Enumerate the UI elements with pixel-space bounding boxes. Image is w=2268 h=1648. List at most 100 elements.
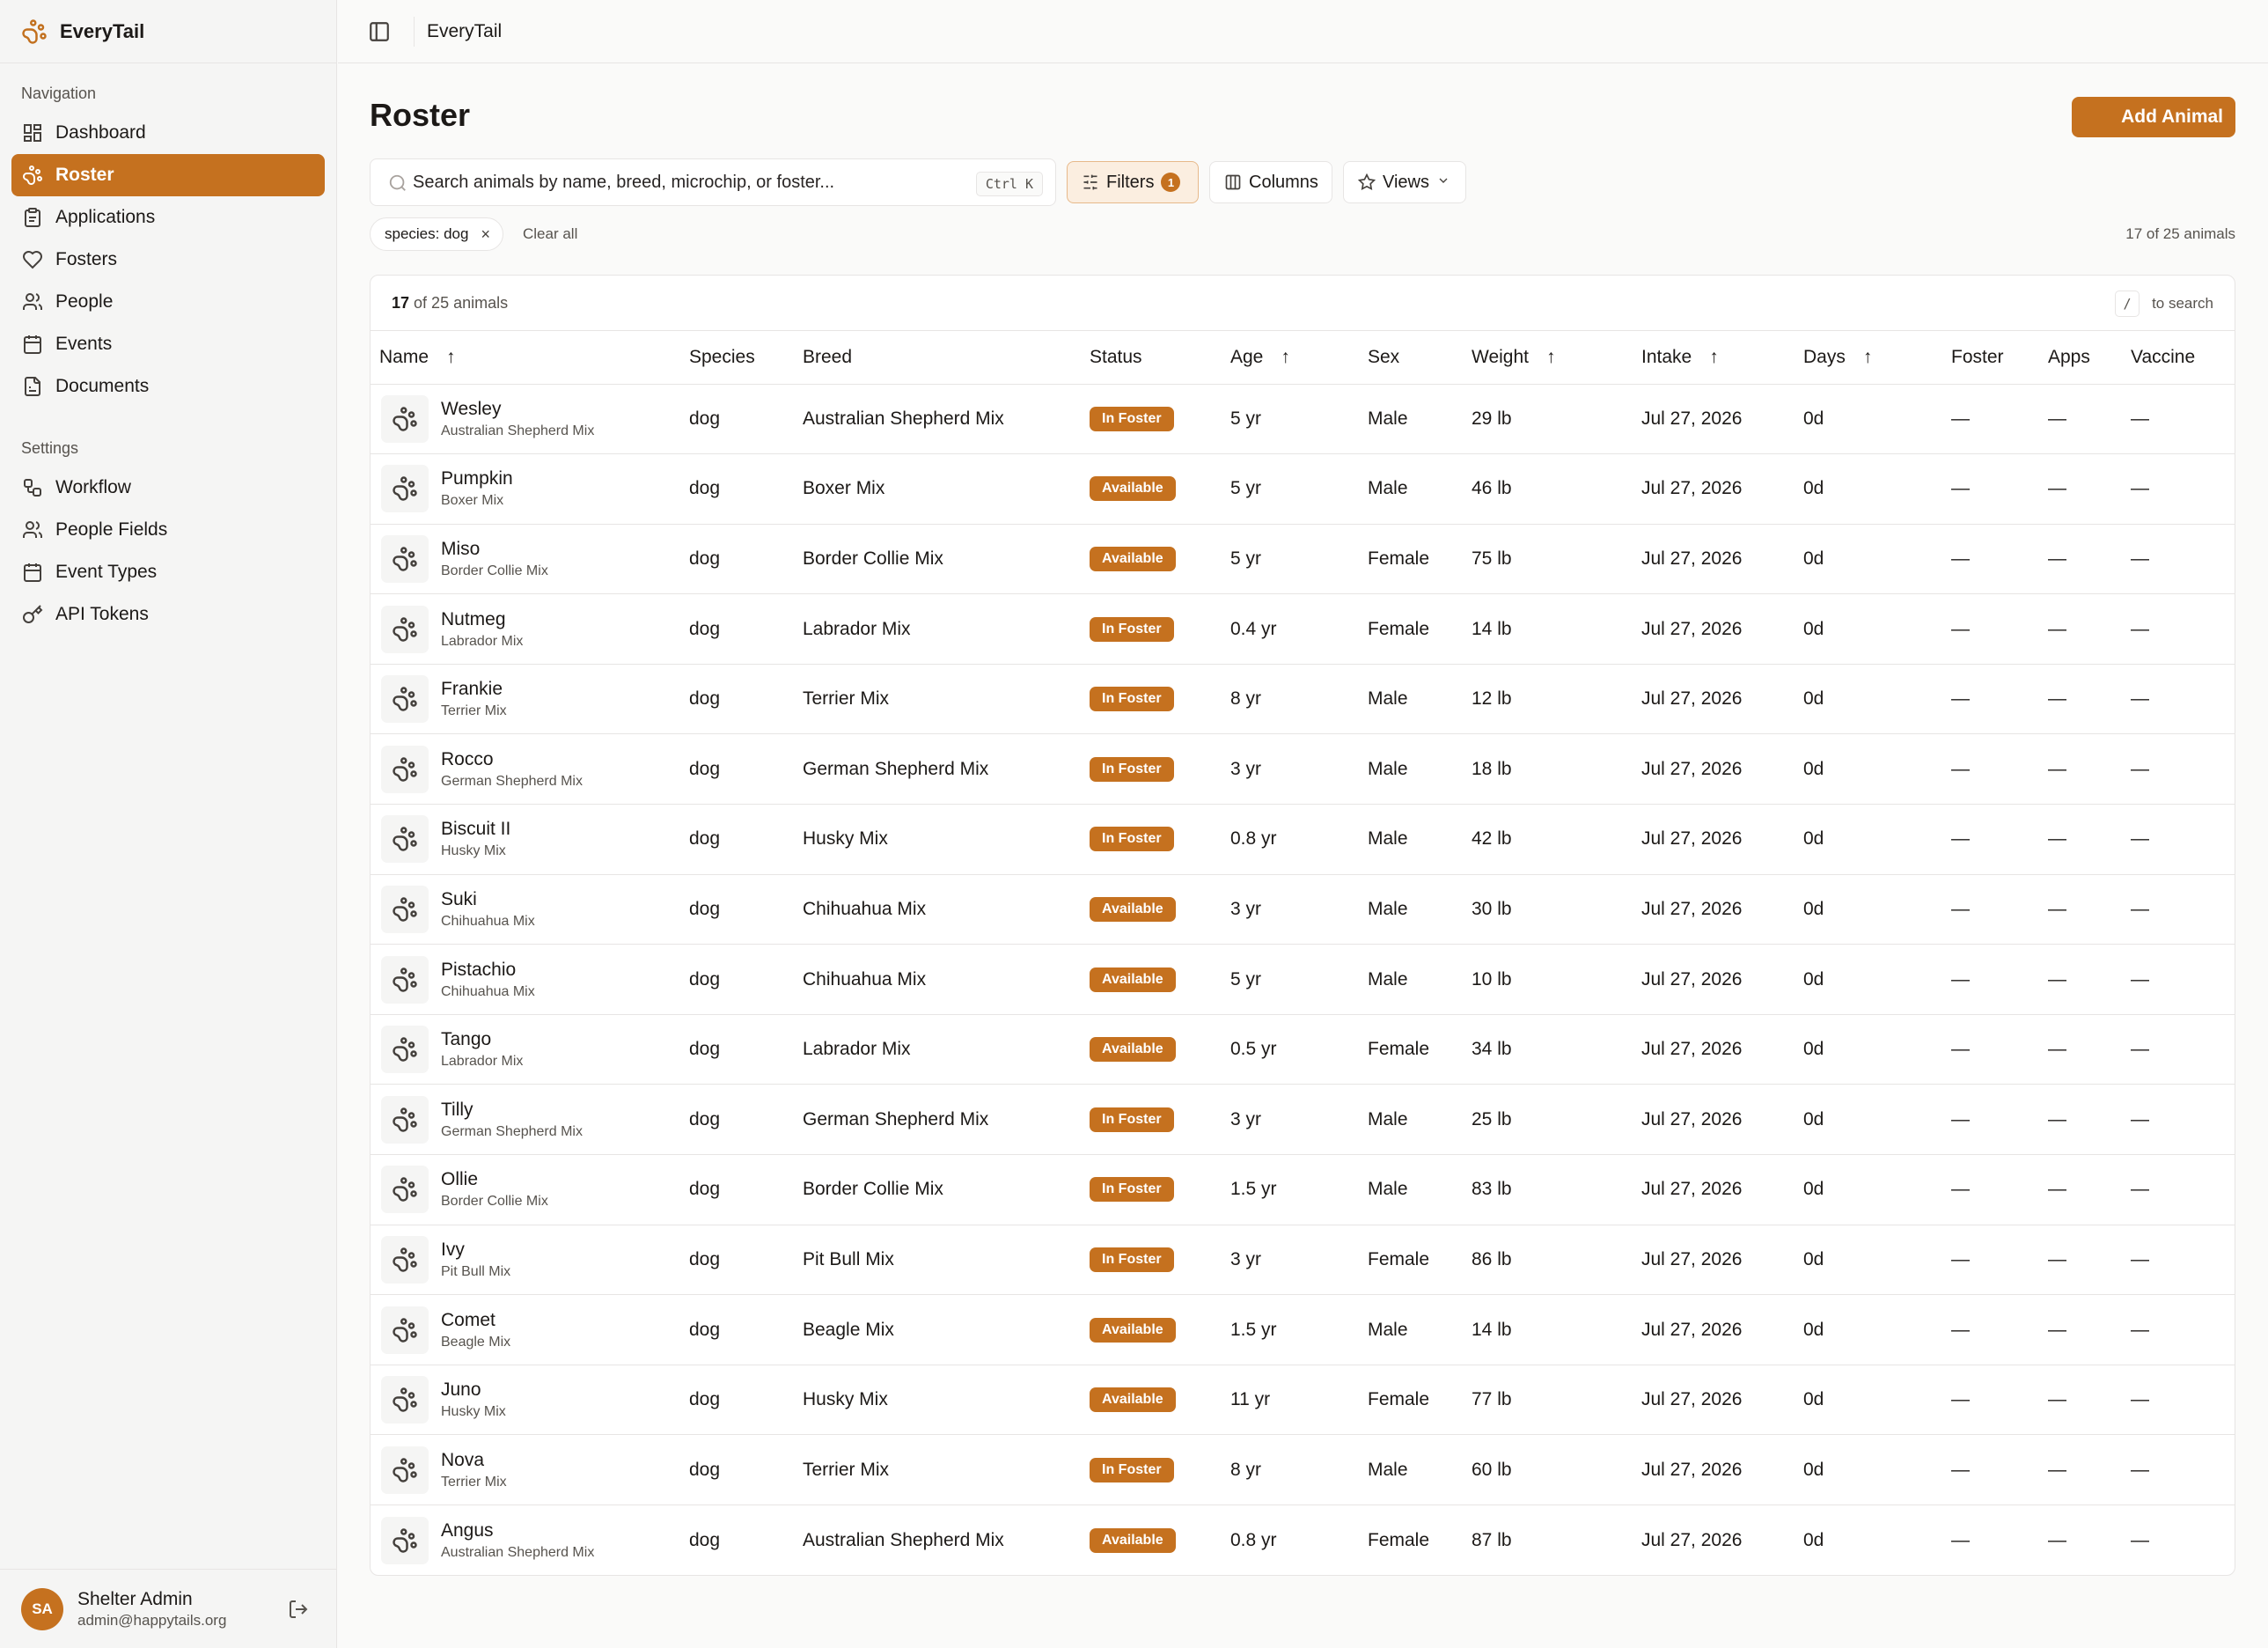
animal-breed-subtitle: Labrador Mix: [441, 1054, 524, 1070]
animal-identity: Wesley Australian Shepherd Mix: [379, 394, 680, 443]
sidebar-item-workflow[interactable]: Workflow: [11, 467, 325, 509]
sidebar-item-dashboard[interactable]: Dashboard: [11, 112, 325, 154]
animal-name[interactable]: Tango: [441, 1029, 523, 1050]
filter-chip-label: species: dog: [385, 225, 469, 242]
table-row[interactable]: Ollie Border Collie Mix dog Border Collie M…: [371, 1154, 2235, 1225]
animal-name[interactable]: Rocco: [441, 749, 583, 770]
animal-name[interactable]: Miso: [441, 539, 548, 560]
roster-table-card: 17 of 25 animals / to search Name ↑ Speci…: [370, 275, 2235, 1576]
status-badge: Available: [1090, 1037, 1176, 1063]
cell-foster: —: [1942, 384, 2039, 455]
table-row[interactable]: Wesley Australian Shepherd Mix dog Australi…: [371, 384, 2235, 455]
status-badge: In Foster: [1090, 1247, 1174, 1272]
sidebar-item-people-fields[interactable]: People Fields: [11, 509, 325, 551]
clear-all-link[interactable]: Clear all: [523, 225, 577, 243]
column-header-intake[interactable]: Intake ↑: [1633, 331, 1795, 385]
filters-button[interactable]: Filters 1: [1067, 161, 1199, 203]
column-header-label: Status: [1090, 346, 1142, 367]
animal-name[interactable]: Wesley: [441, 399, 594, 420]
cell-weight: 25 lb: [1463, 1084, 1633, 1156]
views-button[interactable]: Views: [1343, 161, 1466, 203]
table-row[interactable]: Pistachio Chihuahua Mix dog Chihuahua Mix Av…: [371, 944, 2235, 1015]
search-input[interactable]: [413, 172, 976, 193]
avatar[interactable]: SA: [21, 1587, 63, 1630]
animal-name[interactable]: Frankie: [441, 679, 507, 700]
column-header-name[interactable]: Name ↑: [371, 331, 680, 385]
column-header-days[interactable]: Days ↑: [1795, 331, 1942, 385]
animal-name[interactable]: Comet: [441, 1310, 510, 1331]
cell-intake: Jul 27, 2026: [1633, 1225, 1795, 1296]
table-row[interactable]: Rocco German Shepherd Mix dog German Shephe…: [371, 733, 2235, 806]
animal-name[interactable]: Ivy: [441, 1240, 510, 1261]
animal-name[interactable]: Ollie: [441, 1169, 548, 1190]
sidebar-item-api-tokens[interactable]: API Tokens: [11, 593, 325, 636]
animal-name[interactable]: Suki: [441, 889, 535, 910]
paw-icon: [381, 465, 429, 513]
columns-button[interactable]: Columns: [1209, 161, 1332, 203]
cell-age: 5 yr: [1222, 453, 1359, 525]
animal-identity: Biscuit II Husky Mix: [379, 815, 680, 864]
column-header-age[interactable]: Age ↑: [1222, 331, 1359, 385]
column-header-label: Intake: [1641, 346, 1692, 367]
sidebar-item-event-types[interactable]: Event Types: [11, 551, 325, 593]
column-header-sex[interactable]: Sex: [1359, 331, 1463, 385]
table-row[interactable]: Frankie Terrier Mix dog Terrier Mix In Foste…: [371, 664, 2235, 735]
sidebar-toggle-icon[interactable]: [368, 20, 391, 43]
animal-name[interactable]: Angus: [441, 1520, 594, 1541]
add-animal-button[interactable]: Add Animal: [2072, 97, 2235, 137]
cell-species: dog: [680, 1365, 794, 1436]
sidebar-item-fosters[interactable]: Fosters: [11, 239, 325, 281]
column-header-apps[interactable]: Apps: [2039, 331, 2122, 385]
table-row[interactable]: Nutmeg Labrador Mix dog Labrador Mix In Fost…: [371, 593, 2235, 665]
column-header-weight[interactable]: Weight ↑: [1463, 331, 1633, 385]
cell-species: dog: [680, 1434, 794, 1505]
cell-weight: 87 lb: [1472, 1529, 1512, 1550]
table-row[interactable]: Miso Border Collie Mix dog Border Collie Mi…: [371, 524, 2235, 595]
column-header-breed[interactable]: Breed: [794, 331, 1081, 385]
cell-vaccine: —: [2122, 1365, 2235, 1436]
sidebar-item-applications[interactable]: Applications: [11, 196, 325, 239]
column-header-foster[interactable]: Foster: [1942, 331, 2039, 385]
animal-name[interactable]: Nutmeg: [441, 609, 523, 630]
table-row[interactable]: Biscuit II Husky Mix dog Husky Mix In Foster…: [371, 804, 2235, 875]
table-row[interactable]: Tilly German Shepherd Mix dog German Shephe…: [371, 1084, 2235, 1156]
cell-apps: —: [2039, 944, 2122, 1015]
table-row[interactable]: Tango Labrador Mix dog Labrador Mix Availabl…: [371, 1014, 2235, 1085]
logout-icon[interactable]: [288, 1599, 309, 1620]
column-header-status[interactable]: Status: [1081, 331, 1222, 385]
cell-sex: Male: [1359, 664, 1463, 735]
animal-name[interactable]: Juno: [441, 1379, 506, 1401]
animal-name[interactable]: Pumpkin: [441, 468, 513, 489]
table-row[interactable]: Pumpkin Boxer Mix dog Boxer Mix Available 5 y…: [371, 453, 2235, 525]
column-header-species[interactable]: Species: [680, 331, 794, 385]
sidebar-item-events[interactable]: Events: [11, 323, 325, 365]
table-row[interactable]: Juno Husky Mix dog Husky Mix Available 11 yr F…: [371, 1365, 2235, 1436]
cell-weight: 77 lb: [1463, 1365, 1633, 1436]
sidebar-item-documents[interactable]: Documents: [11, 365, 325, 408]
cell-sex: Male: [1359, 733, 1463, 806]
column-header-vaccine[interactable]: Vaccine: [2122, 331, 2235, 385]
animal-name[interactable]: Tilly: [441, 1100, 583, 1121]
animal-name[interactable]: Nova: [441, 1450, 507, 1471]
table-row[interactable]: Comet Beagle Mix dog Beagle Mix Available 1.5…: [371, 1294, 2235, 1365]
animal-name[interactable]: Pistachio: [441, 960, 535, 981]
animal-text: Tango Labrador Mix: [441, 1029, 523, 1070]
close-icon[interactable]: ×: [481, 225, 490, 244]
brand[interactable]: EveryTail: [0, 0, 336, 63]
sidebar-item-people[interactable]: People: [11, 281, 325, 323]
animal-name[interactable]: Biscuit II: [441, 819, 510, 840]
animal-breed-subtitle: Husky Mix: [441, 1404, 506, 1420]
column-header-label: Breed: [803, 346, 853, 367]
table-row[interactable]: Nova Terrier Mix dog Terrier Mix In Foster 8 …: [371, 1434, 2235, 1505]
animal-text: Tilly German Shepherd Mix: [441, 1100, 583, 1140]
animal-text: Pistachio Chihuahua Mix: [441, 960, 535, 1000]
table-row[interactable]: Suki Chihuahua Mix dog Chihuahua Mix Availab…: [371, 874, 2235, 945]
table-row[interactable]: Angus Australian Shepherd Mix dog Australia…: [371, 1505, 2235, 1576]
cell-days: 0d: [1795, 1434, 1942, 1505]
cell-species: dog: [680, 1084, 794, 1156]
cell-breed: Pit Bull Mix: [794, 1225, 1081, 1296]
sidebar-item-roster[interactable]: Roster: [11, 154, 325, 196]
cell-intake: Jul 27, 2026: [1633, 1084, 1795, 1156]
status-badge: Available: [1090, 1317, 1176, 1343]
table-row[interactable]: Ivy Pit Bull Mix dog Pit Bull Mix In Foster 3…: [371, 1225, 2235, 1296]
